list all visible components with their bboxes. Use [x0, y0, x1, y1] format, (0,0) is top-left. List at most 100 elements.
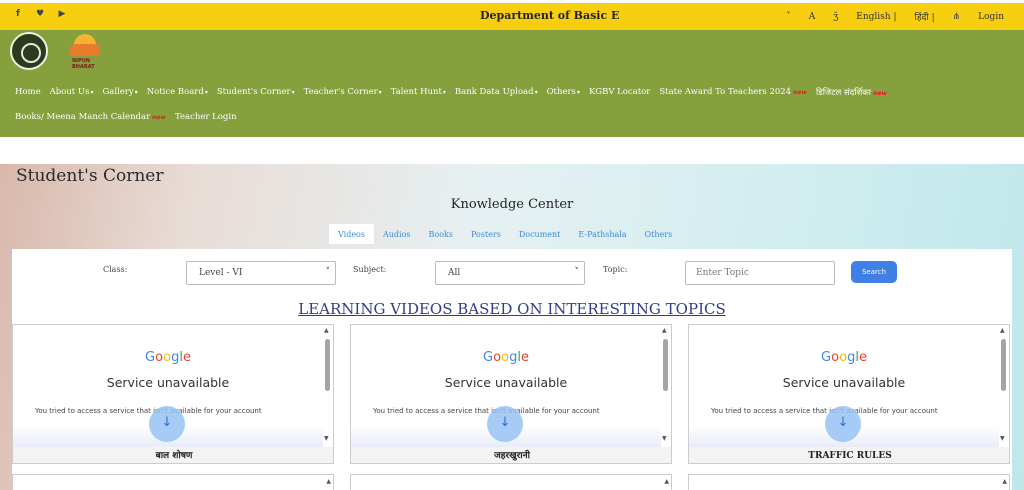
nav-bank-data-upload[interactable]: Bank Data Upload▾ — [455, 87, 538, 98]
chevron-down-icon: ˅ — [325, 267, 331, 277]
nav-teachers-corner[interactable]: Teacher's Corner▾ — [304, 87, 382, 98]
tab-books[interactable]: Books — [420, 224, 462, 244]
scroll-up-icon[interactable]: ▲ — [1000, 327, 1005, 334]
font-size-button[interactable]: A — [809, 12, 816, 22]
tab-document[interactable]: Document — [510, 224, 570, 244]
nav-digital-sandarshika[interactable]: डिजिटल संदर्शिकाnew — [816, 87, 888, 98]
tab-videos[interactable]: Videos — [329, 224, 374, 244]
subject-select-value: All — [448, 268, 461, 278]
chevron-down-icon: ▾ — [442, 89, 446, 96]
video-card[interactable]: ▲ — [12, 474, 334, 490]
nav-books-meena-manch[interactable]: Books/ Meena Manch Calendarnew — [15, 112, 167, 122]
nav-notice-board[interactable]: Notice Board▾ — [147, 87, 208, 98]
search-button[interactable]: Search — [851, 261, 897, 283]
chevron-down-icon: ▾ — [134, 89, 138, 96]
scroll-down-icon[interactable]: ▼ — [1000, 435, 1005, 442]
tab-audios[interactable]: Audios — [374, 224, 420, 244]
hindi-link[interactable]: हिंदी | — [914, 10, 934, 23]
scrollbar-thumb[interactable] — [325, 339, 330, 391]
video-caption: बाल शोषण — [13, 447, 333, 463]
chevron-down-icon: ▾ — [204, 89, 208, 96]
sitemap-icon[interactable]: ⋔ — [953, 12, 961, 22]
nipun-bharat-logo[interactable]: NIPUN BHARAT — [66, 30, 106, 72]
site-header: NIPUN BHARAT Home About Us▾ Gallery▾ Not… — [0, 30, 1024, 137]
video-card[interactable]: Google Service unavailable You tried to … — [688, 324, 1010, 464]
service-message: You tried to access a service that isn't… — [35, 407, 262, 415]
chevron-down-icon[interactable]: ˅ — [786, 12, 791, 22]
subject-label: Subject: — [353, 265, 387, 274]
google-logo: Google — [145, 350, 191, 365]
scroll-up-icon[interactable]: ▲ — [324, 327, 329, 334]
class-select[interactable]: Level - VI ˅ — [186, 261, 336, 285]
tab-posters[interactable]: Posters — [462, 224, 510, 244]
nav-state-award[interactable]: State Award To Teachers 2024new — [659, 87, 807, 98]
scroll-up-icon[interactable]: ▲ — [326, 478, 331, 485]
scroll-down-icon[interactable]: ▼ — [324, 435, 329, 442]
social-links: f ♥ ▶ — [12, 9, 68, 19]
tab-others[interactable]: Others — [636, 224, 682, 244]
facebook-icon[interactable]: f — [12, 9, 24, 19]
topic-label: Topic: — [603, 265, 628, 274]
nav-talent-hunt[interactable]: Talent Hunt▾ — [391, 87, 446, 98]
english-link[interactable]: English | — [856, 12, 896, 22]
card-scrollbar[interactable]: ▲ ▼ — [999, 325, 1009, 447]
google-logo: Google — [821, 350, 867, 365]
service-status: Service unavailable — [444, 375, 568, 390]
chevron-down-icon: ▾ — [378, 89, 382, 96]
chevron-down-icon: ▾ — [534, 89, 538, 96]
video-caption: TRAFFIC RULES — [689, 447, 1009, 463]
subject-select[interactable]: All ˅ — [435, 261, 585, 285]
video-card[interactable]: Google Service unavailable You tried to … — [12, 324, 334, 464]
topic-input-placeholder: Enter Topic — [696, 268, 749, 278]
videos-panel: Class: Level - VI ˅ Subject: All ˅ Topic… — [12, 249, 1012, 490]
login-link[interactable]: Login — [978, 12, 1004, 22]
scroll-up-icon[interactable]: ▲ — [664, 478, 669, 485]
scroll-up-icon[interactable]: ▲ — [662, 327, 667, 334]
nav-kgbv-locator[interactable]: KGBV Locator — [589, 87, 650, 98]
youtube-icon[interactable]: ▶ — [56, 9, 68, 19]
scroll-up-icon[interactable]: ▲ — [1002, 478, 1007, 485]
video-card[interactable]: ▲ — [688, 474, 1010, 490]
main-content: Student's Corner Knowledge Center Videos… — [0, 164, 1024, 490]
section-title: Knowledge Center — [450, 197, 574, 212]
service-status: Service unavailable — [782, 375, 906, 390]
chevron-down-icon: ▾ — [291, 89, 295, 96]
download-icon[interactable]: ↓ — [825, 406, 861, 442]
video-card[interactable]: ▲ — [350, 474, 672, 490]
new-badge-icon: new — [872, 90, 888, 97]
card-scrollbar[interactable]: ▲ ▼ — [323, 325, 333, 447]
google-logo: Google — [483, 350, 529, 365]
class-select-value: Level - VI — [199, 268, 243, 278]
nav-others[interactable]: Others▾ — [547, 87, 580, 98]
service-status: Service unavailable — [106, 375, 230, 390]
scrollbar-thumb[interactable] — [1001, 339, 1006, 391]
nav-home[interactable]: Home — [15, 87, 41, 98]
video-caption: जहरखुरानी — [351, 447, 671, 463]
card-scrollbar[interactable]: ▲ ▼ — [661, 325, 671, 447]
videos-heading[interactable]: LEARNING VIDEOS BASED ON INTERESTING TOP… — [12, 300, 1012, 318]
scroll-down-icon[interactable]: ▼ — [662, 435, 667, 442]
chevron-down-icon: ▾ — [90, 89, 94, 96]
chevron-down-icon: ˅ — [574, 267, 580, 277]
theme-toggle-icon[interactable]: ǯ — [833, 12, 838, 22]
new-badge-icon: new — [151, 114, 167, 121]
class-label: Class: — [103, 265, 128, 274]
nav-students-corner[interactable]: Student's Corner▾ — [217, 87, 295, 98]
download-icon[interactable]: ↓ — [149, 406, 185, 442]
video-card[interactable]: Google Service unavailable You tried to … — [350, 324, 672, 464]
state-emblem-logo[interactable] — [10, 32, 48, 70]
twitter-icon[interactable]: ♥ — [34, 9, 46, 19]
nav-gallery[interactable]: Gallery▾ — [102, 87, 137, 98]
main-nav: Home About Us▾ Gallery▾ Notice Board▾ St… — [15, 87, 1015, 122]
nav-about-us[interactable]: About Us▾ — [50, 87, 94, 98]
tab-e-pathshala[interactable]: E-Pathshala — [569, 224, 635, 244]
site-title: Department of Basic E — [480, 9, 620, 22]
logo-kids — [70, 44, 100, 56]
chevron-down-icon: ▾ — [576, 89, 580, 96]
topic-input[interactable]: Enter Topic — [685, 261, 835, 285]
service-message: You tried to access a service that isn't… — [711, 407, 938, 415]
download-icon[interactable]: ↓ — [487, 406, 523, 442]
scrollbar-thumb[interactable] — [663, 339, 668, 391]
nav-teacher-login[interactable]: Teacher Login — [175, 112, 237, 122]
content-tabs: Videos Audios Books Posters Document E-P… — [329, 224, 681, 244]
